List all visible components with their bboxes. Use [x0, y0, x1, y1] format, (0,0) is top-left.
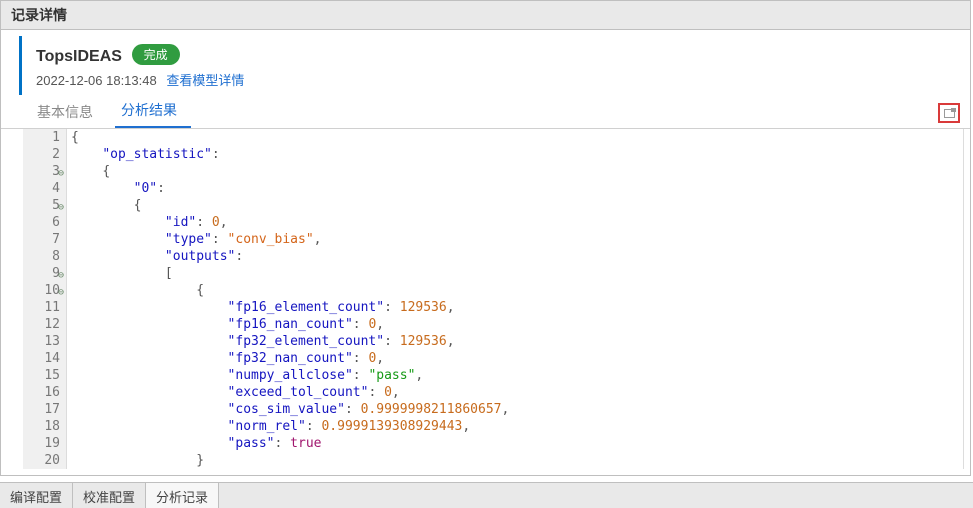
line-number: 13	[33, 333, 60, 350]
line-number: 8	[33, 248, 60, 265]
expand-button[interactable]	[938, 103, 960, 123]
code-line: "outputs":	[71, 248, 963, 265]
expand-icon	[944, 109, 955, 118]
code-line: "exceed_tol_count": 0,	[71, 384, 963, 401]
code-viewer: 123⊖45⊖6789⊖10⊖11121314151617181920 { "o…	[23, 129, 964, 469]
code-line: {	[71, 197, 963, 214]
line-number: 17	[33, 401, 60, 418]
line-number: 16	[33, 384, 60, 401]
code-line: {	[71, 163, 963, 180]
code-line: "fp32_element_count": 129536,	[71, 333, 963, 350]
panel-title: 记录详情	[1, 1, 970, 30]
fold-toggle-icon[interactable]: ⊖	[55, 284, 64, 293]
bottom-tab-compile[interactable]: 编译配置	[0, 483, 73, 508]
line-number: 9⊖	[33, 265, 60, 282]
code-line: "fp16_element_count": 129536,	[71, 299, 963, 316]
tab-analysis-result[interactable]: 分析结果	[115, 94, 191, 128]
code-line: "id": 0,	[71, 214, 963, 231]
view-model-detail-link[interactable]: 查看模型详情	[166, 73, 244, 88]
fold-toggle-icon[interactable]: ⊖	[55, 165, 64, 174]
line-number: 12	[33, 316, 60, 333]
code-line: [	[71, 265, 963, 282]
fold-toggle-icon[interactable]: ⊖	[55, 267, 64, 276]
line-number: 1	[33, 129, 60, 146]
code-line: "fp32_nan_count": 0,	[71, 350, 963, 367]
code-line: "numpy_allclose": "pass",	[71, 367, 963, 384]
record-timestamp: 2022-12-06 18:13:48	[36, 73, 157, 88]
line-gutter: 123⊖45⊖6789⊖10⊖11121314151617181920	[23, 129, 67, 469]
code-content[interactable]: { "op_statistic": { "0": { "id": 0, "typ…	[67, 129, 963, 469]
line-number: 2	[33, 146, 60, 163]
line-number: 10⊖	[33, 282, 60, 299]
bottom-tab-calibrate[interactable]: 校准配置	[73, 483, 146, 508]
fold-toggle-icon[interactable]: ⊖	[55, 199, 64, 208]
tab-basic-info[interactable]: 基本信息	[31, 96, 107, 128]
code-line: "pass": true	[71, 435, 963, 452]
line-number: 15	[33, 367, 60, 384]
code-line: "type": "conv_bias",	[71, 231, 963, 248]
line-number: 19	[33, 435, 60, 452]
code-line: {	[71, 129, 963, 146]
line-number: 5⊖	[33, 197, 60, 214]
line-number: 7	[33, 231, 60, 248]
bottom-tab-bar: 编译配置 校准配置 分析记录	[0, 482, 973, 508]
code-line: }	[71, 452, 963, 469]
code-line: "0":	[71, 180, 963, 197]
line-number: 18	[33, 418, 60, 435]
line-number: 6	[33, 214, 60, 231]
line-number: 3⊖	[33, 163, 60, 180]
code-line: "norm_rel": 0.9999139308929443,	[71, 418, 963, 435]
detail-tabs: 基本信息 分析结果	[1, 99, 970, 129]
code-line: "op_statistic":	[71, 146, 963, 163]
record-name: TopsIDEAS	[36, 48, 122, 66]
line-number: 4	[33, 180, 60, 197]
bottom-tab-analyze[interactable]: 分析记录	[146, 483, 219, 508]
status-badge: 完成	[132, 44, 180, 65]
record-header: TopsIDEAS 完成 2022-12-06 18:13:48 查看模型详情	[19, 36, 960, 95]
code-line: {	[71, 282, 963, 299]
code-line: "cos_sim_value": 0.9999998211860657,	[71, 401, 963, 418]
line-number: 14	[33, 350, 60, 367]
code-line: "fp16_nan_count": 0,	[71, 316, 963, 333]
line-number: 20	[33, 452, 60, 469]
line-number: 11	[33, 299, 60, 316]
